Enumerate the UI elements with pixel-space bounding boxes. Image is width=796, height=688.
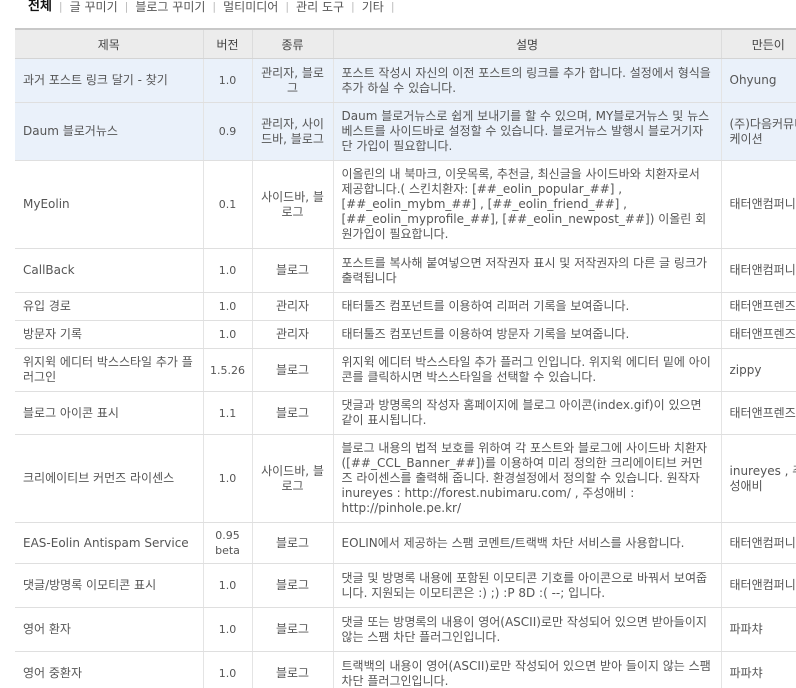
table-row[interactable]: Daum 블로거뉴스 0.9 관리자, 사이드바, 블로그 Daum 블로거뉴스… bbox=[15, 102, 796, 161]
plugin-author: Ohyung bbox=[720, 58, 796, 103]
filter-separator: | bbox=[124, 0, 129, 13]
column-header-version[interactable]: 버전 bbox=[202, 28, 252, 59]
plugin-description: 이올린의 내 북마크, 이웃목록, 추천글, 최신글을 사이드바와 치환자로서 … bbox=[332, 160, 721, 249]
table-row[interactable]: 댓글/방명록 이모티콘 표시 1.0 블로그 댓글 및 방명록 내용에 포함된 … bbox=[15, 563, 796, 608]
plugin-version: 0.1 bbox=[202, 160, 252, 249]
plugin-description: 포스트를 복사해 붙여넣으면 저작권자 표시 및 저작권자의 다른 글 링크가 … bbox=[332, 248, 721, 293]
plugin-table: 제목 버전 종류 설명 만든이 과거 포스트 링크 달기 - 찾기 1.0 관리… bbox=[15, 28, 796, 688]
plugin-version: 1.5.26 bbox=[202, 348, 252, 392]
plugin-version: 1.0 bbox=[202, 58, 252, 103]
plugin-title[interactable]: 영어 환자 bbox=[15, 607, 203, 652]
plugin-description: 태터툴즈 컴포넌트를 이용하여 방문자 기록을 보여줍니다. bbox=[332, 320, 721, 349]
plugin-author: 태터앤컴퍼니 bbox=[720, 160, 796, 249]
filter-separator: | bbox=[58, 0, 63, 13]
plugin-scope: 사이드바, 블로그 bbox=[251, 434, 333, 523]
plugin-title[interactable]: 영어 중환자 bbox=[15, 651, 203, 688]
plugin-version: 1.1 bbox=[202, 391, 252, 435]
plugin-version: 1.0 bbox=[202, 434, 252, 523]
plugin-version: 1.0 bbox=[202, 248, 252, 293]
table-row[interactable]: 위지윅 에디터 박스스타일 추가 플러그인 1.5.26 블로그 위지윅 에디터… bbox=[15, 348, 796, 392]
table-row[interactable]: 영어 환자 1.0 블로그 댓글 또는 방명록의 내용이 영어(ASCII)로만… bbox=[15, 607, 796, 652]
column-header-scope[interactable]: 종류 bbox=[251, 28, 333, 59]
column-header-description[interactable]: 설명 bbox=[332, 28, 721, 59]
plugin-author: 태터앤프렌즈 bbox=[720, 320, 796, 349]
plugin-author: 태터앤프렌즈 bbox=[720, 391, 796, 435]
plugin-title[interactable]: 위지윅 에디터 박스스타일 추가 플러그인 bbox=[15, 348, 203, 392]
plugin-description: 포스트 작성시 자신의 이전 포스트의 링크를 추가 합니다. 설정에서 형식을… bbox=[332, 58, 721, 103]
filter-blog-decoration[interactable]: 블로그 꾸미기 bbox=[133, 0, 207, 14]
plugin-author: (주)다음커뮤니케이션 bbox=[720, 102, 796, 161]
plugin-scope: 블로그 bbox=[251, 563, 333, 608]
plugin-title[interactable]: Daum 블로거뉴스 bbox=[15, 102, 203, 161]
table-row[interactable]: MyEolin 0.1 사이드바, 블로그 이올린의 내 북마크, 이웃목록, … bbox=[15, 160, 796, 249]
plugin-title[interactable]: 유입 경로 bbox=[15, 292, 203, 321]
category-filter-bar: 전체 | 글 꾸미기 | 블로그 꾸미기 | 멀티미디어 | 관리 도구 | 기… bbox=[0, 0, 400, 14]
plugin-description: 댓글 및 방명록 내용에 포함된 이모티콘 기호를 아이콘으로 바꿔서 보여줍니… bbox=[332, 563, 721, 608]
table-row[interactable]: 유입 경로 1.0 관리자 태터툴즈 컴포넌트를 이용하여 리퍼러 기록을 보여… bbox=[15, 292, 796, 321]
plugin-version: 1.0 bbox=[202, 651, 252, 688]
table-row[interactable]: CallBack 1.0 블로그 포스트를 복사해 붙여넣으면 저작권자 표시 … bbox=[15, 248, 796, 293]
plugin-author: inureyes , 주성애비 bbox=[720, 434, 796, 523]
plugin-title[interactable]: 블로그 아이콘 표시 bbox=[15, 391, 203, 435]
filter-post-decoration[interactable]: 글 꾸미기 bbox=[68, 0, 120, 14]
plugin-version: 1.0 bbox=[202, 320, 252, 349]
plugin-author: 태터앤컴퍼니 bbox=[720, 522, 796, 564]
plugin-scope: 사이드바, 블로그 bbox=[251, 160, 333, 249]
plugin-author: 태터앤컴퍼니 bbox=[720, 248, 796, 293]
plugin-author: 파파챠 bbox=[720, 607, 796, 652]
table-row[interactable]: 과거 포스트 링크 달기 - 찾기 1.0 관리자, 블로그 포스트 작성시 자… bbox=[15, 58, 796, 103]
plugin-scope: 관리자, 블로그 bbox=[251, 58, 333, 103]
filter-separator: | bbox=[390, 0, 395, 13]
plugin-description: 태터툴즈 컴포넌트를 이용하여 리퍼러 기록을 보여줍니다. bbox=[332, 292, 721, 321]
plugin-scope: 관리자 bbox=[251, 320, 333, 349]
plugin-version: 1.0 bbox=[202, 292, 252, 321]
plugin-scope: 블로그 bbox=[251, 607, 333, 652]
plugin-version: 1.0 bbox=[202, 563, 252, 608]
plugin-scope: 블로그 bbox=[251, 391, 333, 435]
plugin-title[interactable]: 크리에이티브 커먼즈 라이센스 bbox=[15, 434, 203, 523]
table-row[interactable]: 크리에이티브 커먼즈 라이센스 1.0 사이드바, 블로그 블로그 내용의 법적… bbox=[15, 434, 796, 523]
table-row[interactable]: 영어 중환자 1.0 블로그 트랙백의 내용이 영어(ASCII)로만 작성되어… bbox=[15, 651, 796, 688]
plugin-title[interactable]: CallBack bbox=[15, 248, 203, 293]
plugin-list-page: 전체 | 글 꾸미기 | 블로그 꾸미기 | 멀티미디어 | 관리 도구 | 기… bbox=[0, 0, 796, 688]
column-header-author[interactable]: 만든이 bbox=[720, 28, 796, 59]
plugin-author: 태터앤프렌즈 bbox=[720, 292, 796, 321]
column-header-title[interactable]: 제목 bbox=[15, 28, 203, 59]
table-header-row: 제목 버전 종류 설명 만든이 bbox=[15, 28, 796, 59]
plugin-scope: 관리자, 사이드바, 블로그 bbox=[251, 102, 333, 161]
plugin-title[interactable]: EAS-Eolin Antispam Service bbox=[15, 522, 203, 564]
plugin-title[interactable]: 과거 포스트 링크 달기 - 찾기 bbox=[15, 58, 203, 103]
plugin-author: 파파챠 bbox=[720, 651, 796, 688]
plugin-description: EOLIN에서 제공하는 스팸 코멘트/트랙백 차단 서비스를 사용합니다. bbox=[332, 522, 721, 564]
plugin-description: Daum 블로거뉴스로 쉽게 보내기를 할 수 있으며, MY블로거뉴스 및 뉴… bbox=[332, 102, 721, 161]
filter-admin-tools[interactable]: 관리 도구 bbox=[294, 0, 346, 14]
table-row[interactable]: 블로그 아이콘 표시 1.1 블로그 댓글과 방명록의 작성자 홈페이지에 블로… bbox=[15, 391, 796, 435]
plugin-scope: 블로그 bbox=[251, 651, 333, 688]
filter-multimedia[interactable]: 멀티미디어 bbox=[221, 0, 280, 14]
filter-separator: | bbox=[285, 0, 290, 13]
plugin-version: 0.9 bbox=[202, 102, 252, 161]
filter-separator: | bbox=[212, 0, 217, 13]
filter-separator: | bbox=[351, 0, 355, 13]
table-row[interactable]: 방문자 기록 1.0 관리자 태터툴즈 컴포넌트를 이용하여 방문자 기록을 보… bbox=[15, 320, 796, 349]
plugin-scope: 블로그 bbox=[251, 248, 333, 293]
plugin-version: 1.0 bbox=[202, 607, 252, 652]
table-row[interactable]: EAS-Eolin Antispam Service 0.95 beta 블로그… bbox=[15, 522, 796, 564]
plugin-description: 블로그 내용의 법적 보호를 위하여 각 포스트와 블로그에 사이드바 치환자(… bbox=[332, 434, 721, 523]
plugin-description: 트랙백의 내용이 영어(ASCII)로만 작성되어 있으면 받아 들이지 않는 … bbox=[332, 651, 721, 688]
filter-etc[interactable]: 기타 bbox=[360, 0, 386, 14]
plugin-title[interactable]: MyEolin bbox=[15, 160, 203, 249]
plugin-title[interactable]: 방문자 기록 bbox=[15, 320, 203, 349]
plugin-version: 0.95 beta bbox=[202, 522, 252, 564]
plugin-description: 댓글과 방명록의 작성자 홈페이지에 블로그 아이콘(index.gif)이 있… bbox=[332, 391, 721, 435]
plugin-scope: 블로그 bbox=[251, 348, 333, 392]
plugin-scope: 관리자 bbox=[251, 292, 333, 321]
plugin-description: 위지윅 에디터 박스스타일 추가 플러그 인입니다. 위지윅 에디터 밑에 아이… bbox=[332, 348, 721, 392]
plugin-description: 댓글 또는 방명록의 내용이 영어(ASCII)로만 작성되어 있으면 받아들이… bbox=[332, 607, 721, 652]
filter-all[interactable]: 전체 bbox=[0, 0, 54, 14]
plugin-author: zippy bbox=[720, 348, 796, 392]
plugin-scope: 블로그 bbox=[251, 522, 333, 564]
plugin-author: 태터앤컴퍼니 bbox=[720, 563, 796, 608]
plugin-title[interactable]: 댓글/방명록 이모티콘 표시 bbox=[15, 563, 203, 608]
